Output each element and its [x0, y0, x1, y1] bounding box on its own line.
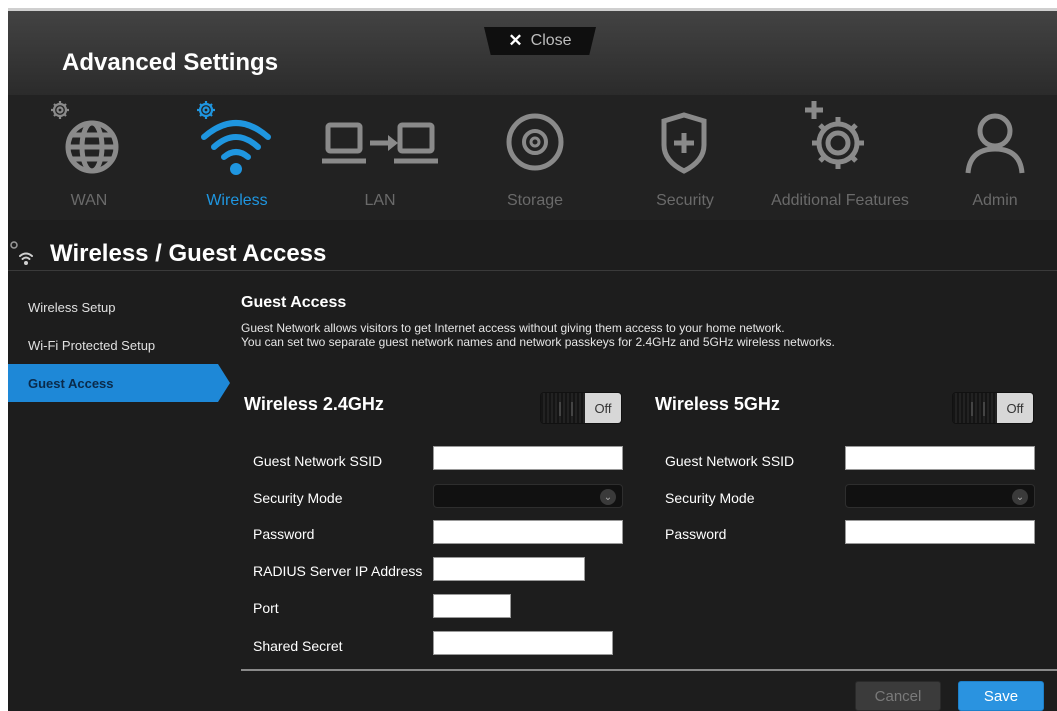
nav-item-storage[interactable]: Storage — [490, 95, 580, 220]
security-mode-select-24[interactable]: ⌄ — [433, 484, 623, 508]
sidebar-item-label: Guest Access — [28, 375, 114, 391]
radius-ip-input[interactable] — [433, 557, 585, 581]
disk-icon — [506, 113, 564, 171]
shared-secret-label: Shared Secret — [253, 638, 343, 654]
chevron-down-icon: ⌄ — [600, 489, 616, 505]
content-heading: Guest Access — [241, 294, 347, 311]
nav-label-additional-features: Additional Features — [771, 192, 909, 209]
section-title-bar: Wireless / Guest Access — [8, 230, 1057, 270]
guest-ssid-input-24[interactable] — [433, 446, 623, 470]
chevron-down-icon: ⌄ — [1012, 489, 1028, 505]
description: Guest Network allows visitors to get Int… — [241, 321, 835, 349]
save-button[interactable]: Save — [958, 681, 1044, 711]
toggle-grip — [559, 402, 573, 416]
wifi-gear-icon — [197, 101, 271, 175]
band-5ghz-toggle[interactable]: Off — [952, 392, 1034, 424]
password-input-24[interactable] — [433, 520, 623, 544]
nav-label-storage: Storage — [506, 192, 564, 209]
sidebar-item-label: Wi-Fi Protected Setup — [28, 337, 156, 353]
nav-label-wireless: Wireless — [206, 192, 268, 209]
settings-nav: WAN Wireless LAN Storage Security Additi… — [8, 95, 1057, 220]
close-icon: ✕ — [508, 31, 523, 50]
password-label-5: Password — [665, 526, 727, 542]
globe-gear-icon — [51, 101, 119, 174]
toggle-off-label: Off — [997, 393, 1033, 423]
nav-label-admin: Admin — [972, 192, 1018, 209]
advanced-settings-window: Advanced Settings ✕ Close WAN Wireless L… — [8, 8, 1057, 711]
password-label-24: Password — [253, 526, 315, 542]
nav-item-wan[interactable]: WAN — [44, 95, 134, 220]
gear-plus-icon — [805, 101, 864, 169]
band-5ghz-title: Wireless 5GHz — [655, 394, 780, 414]
sidebar-item-wireless-setup[interactable]: Wireless Setup — [8, 288, 228, 326]
nav-label-wan: WAN — [70, 192, 108, 209]
sidebar-item-label: Wireless Setup — [28, 299, 116, 315]
guest-ssid-label-24: Guest Network SSID — [253, 453, 383, 469]
wifi-small-icon — [10, 241, 33, 265]
cancel-button[interactable]: Cancel — [855, 681, 941, 711]
toggle-grip — [971, 402, 985, 416]
footer-divider — [241, 669, 1057, 671]
shield-icon — [661, 112, 707, 174]
nav-item-wireless[interactable]: Wireless — [192, 95, 282, 220]
page-title: Advanced Settings — [62, 49, 279, 76]
security-mode-label-24: Security Mode — [253, 490, 343, 506]
security-mode-select-5[interactable]: ⌄ — [845, 484, 1035, 508]
band-24ghz-title: Wireless 2.4GHz — [244, 394, 384, 414]
band-24ghz-toggle[interactable]: Off — [540, 392, 622, 424]
section-title: Wireless / Guest Access — [50, 240, 327, 267]
lan-computers-icon — [322, 122, 438, 164]
shared-secret-input[interactable] — [433, 631, 613, 655]
description-line-2: You can set two separate guest network n… — [241, 335, 835, 349]
sidebar-item-wifi-protected-setup[interactable]: Wi-Fi Protected Setup — [8, 326, 228, 364]
security-mode-label-5: Security Mode — [665, 490, 755, 506]
nav-item-admin[interactable]: Admin — [950, 95, 1040, 220]
port-input[interactable] — [433, 594, 511, 618]
sidebar: Wireless Setup Wi-Fi Protected Setup Gue… — [8, 288, 230, 402]
section-divider — [8, 270, 1057, 271]
nav-item-lan[interactable]: LAN — [316, 95, 444, 220]
close-label: Close — [530, 32, 572, 49]
nav-label-lan: LAN — [364, 192, 396, 209]
description-line-1: Guest Network allows visitors to get Int… — [241, 321, 785, 335]
nav-item-security[interactable]: Security — [640, 95, 730, 220]
radius-ip-label: RADIUS Server IP Address — [253, 563, 423, 579]
header-bar: Advanced Settings ✕ Close — [8, 11, 1057, 95]
password-input-5[interactable] — [845, 520, 1035, 544]
sidebar-item-guest-access[interactable]: Guest Access — [8, 364, 230, 402]
nav-item-additional-features[interactable]: Additional Features — [760, 95, 920, 220]
nav-label-security: Security — [656, 192, 714, 209]
user-icon — [965, 113, 1025, 174]
guest-ssid-input-5[interactable] — [845, 446, 1035, 470]
toggle-off-label: Off — [585, 393, 621, 423]
port-label: Port — [253, 600, 279, 616]
guest-ssid-label-5: Guest Network SSID — [665, 453, 795, 469]
close-button[interactable]: ✕ Close — [484, 27, 596, 55]
